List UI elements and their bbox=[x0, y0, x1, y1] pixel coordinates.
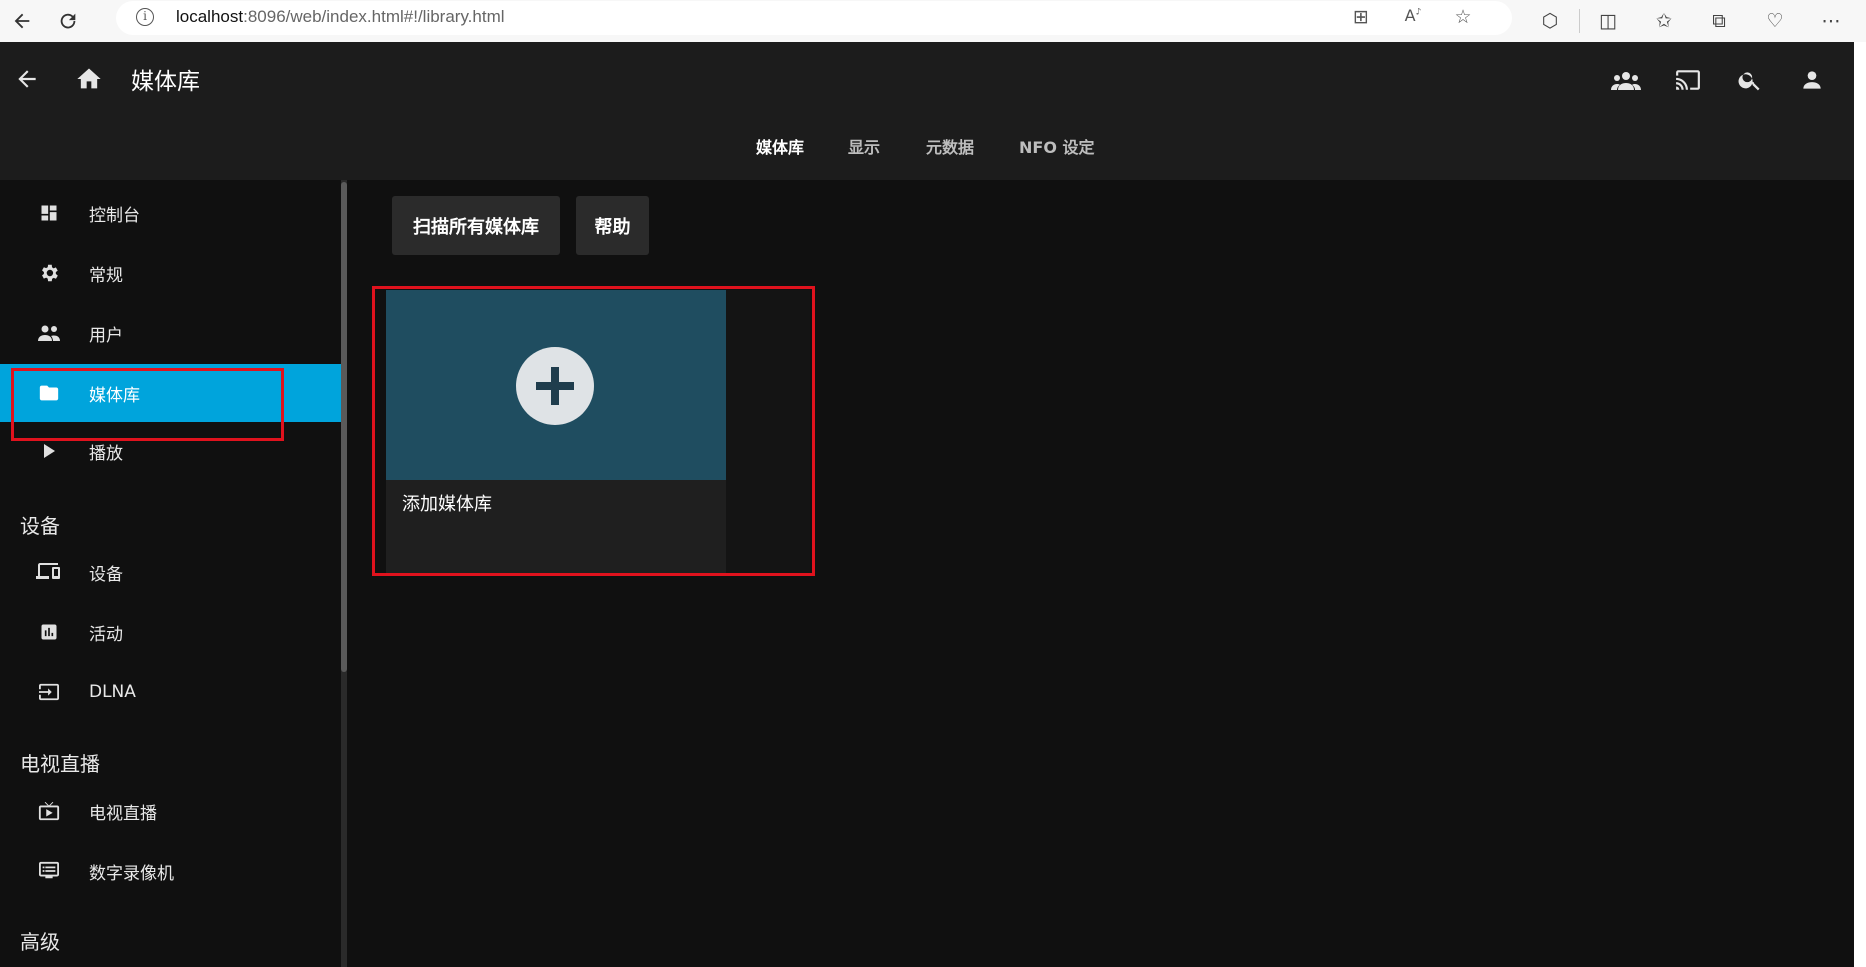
user-profile-icon[interactable] bbox=[1794, 62, 1830, 98]
extensions-icon[interactable]: ⬡ bbox=[1534, 5, 1566, 37]
sidebar-item-dvr[interactable]: 数字录像机 bbox=[0, 842, 341, 900]
gear-icon bbox=[36, 260, 62, 286]
input-icon bbox=[36, 679, 62, 705]
address-bar[interactable]: i localhost:8096/web/index.html#!/librar… bbox=[116, 1, 1512, 35]
sidebar-item-label: 电视直播 bbox=[89, 803, 157, 824]
sidebar-item-dashboard[interactable]: 控制台 bbox=[0, 184, 341, 242]
sidebar-item-label: 控制台 bbox=[89, 205, 140, 226]
highlight-box-card bbox=[372, 286, 815, 576]
section-header-livetv: 电视直播 bbox=[20, 752, 100, 776]
back-arrow-icon[interactable] bbox=[6, 5, 38, 37]
highlight-box-sidebar bbox=[11, 368, 284, 441]
sidebar: 控制台 常规 用户 媒体库 播放 设备 设备 活动 DLNA 电视直播 电视直播… bbox=[0, 180, 341, 967]
play-icon bbox=[36, 438, 62, 464]
sidebar-item-users[interactable]: 用户 bbox=[0, 304, 341, 362]
tab-libraries[interactable]: 媒体库 bbox=[756, 134, 804, 158]
sidebar-item-label: 常规 bbox=[89, 265, 123, 286]
browser-essentials-icon[interactable]: ♡ bbox=[1759, 5, 1791, 37]
sidebar-item-label: 数字录像机 bbox=[89, 863, 174, 884]
cast-icon[interactable] bbox=[1670, 62, 1706, 98]
users-group-icon[interactable] bbox=[1608, 62, 1644, 98]
sidebar-item-devices[interactable]: 设备 bbox=[0, 543, 341, 601]
app-available-icon[interactable]: ⊞ bbox=[1348, 6, 1374, 30]
chart-icon bbox=[36, 619, 62, 645]
sidebar-item-label: DLNA bbox=[89, 682, 136, 702]
search-icon[interactable] bbox=[1732, 62, 1768, 98]
scan-all-libraries-button[interactable]: 扫描所有媒体库 bbox=[392, 196, 560, 255]
home-icon[interactable] bbox=[72, 62, 106, 96]
dvr-icon bbox=[36, 858, 62, 884]
sidebar-item-general[interactable]: 常规 bbox=[0, 244, 341, 302]
app-window: 媒体库 媒体库 显示 元数据 NFO 设定 控制台 常规 用户 媒体库 播放 设… bbox=[0, 42, 1854, 967]
sidebar-item-livetv[interactable]: 电视直播 bbox=[0, 782, 341, 840]
browser-toolbar: i localhost:8096/web/index.html#!/librar… bbox=[0, 0, 1866, 42]
sidebar-item-dlna[interactable]: DLNA bbox=[0, 663, 341, 721]
section-header-advanced: 高级 bbox=[20, 930, 60, 954]
app-header: 媒体库 媒体库 显示 元数据 NFO 设定 bbox=[0, 42, 1854, 180]
sidebar-scrollbar-thumb[interactable] bbox=[341, 182, 347, 672]
info-icon[interactable]: i bbox=[136, 8, 154, 26]
refresh-icon[interactable] bbox=[52, 5, 84, 37]
sidebar-scrollbar[interactable] bbox=[341, 180, 347, 967]
tab-display[interactable]: 显示 bbox=[848, 134, 880, 158]
page-title: 媒体库 bbox=[131, 69, 200, 95]
favorite-star-icon[interactable]: ☆ bbox=[1450, 6, 1476, 30]
dashboard-icon bbox=[36, 200, 62, 226]
split-screen-icon[interactable]: ◫ bbox=[1592, 5, 1624, 37]
sidebar-item-label: 用户 bbox=[89, 325, 123, 346]
tab-nfo-settings[interactable]: NFO 设定 bbox=[1019, 134, 1095, 158]
tv-icon bbox=[36, 798, 62, 824]
sidebar-item-label: 播放 bbox=[89, 443, 123, 464]
tab-metadata[interactable]: 元数据 bbox=[926, 134, 974, 158]
collections-icon[interactable]: ⧉ bbox=[1703, 5, 1735, 37]
help-button[interactable]: 帮助 bbox=[576, 196, 649, 255]
page-scroll-gutter bbox=[1854, 42, 1866, 967]
settings-tabs: 媒体库 显示 元数据 NFO 设定 bbox=[0, 134, 1854, 164]
devices-icon bbox=[36, 559, 62, 585]
url-text[interactable]: localhost:8096/web/index.html#!/library.… bbox=[176, 7, 505, 27]
more-options-icon[interactable]: ⋯ bbox=[1815, 5, 1847, 37]
back-icon[interactable] bbox=[10, 62, 44, 96]
read-aloud-icon[interactable]: A♪ bbox=[1400, 6, 1426, 30]
section-header-devices: 设备 bbox=[20, 514, 60, 538]
people-icon bbox=[36, 320, 62, 346]
sidebar-item-label: 活动 bbox=[89, 624, 123, 645]
favorites-icon[interactable]: ✩ bbox=[1648, 5, 1680, 37]
sidebar-item-activity[interactable]: 活动 bbox=[0, 603, 341, 661]
sidebar-item-label: 设备 bbox=[89, 564, 123, 585]
toolbar-divider bbox=[1579, 9, 1580, 33]
